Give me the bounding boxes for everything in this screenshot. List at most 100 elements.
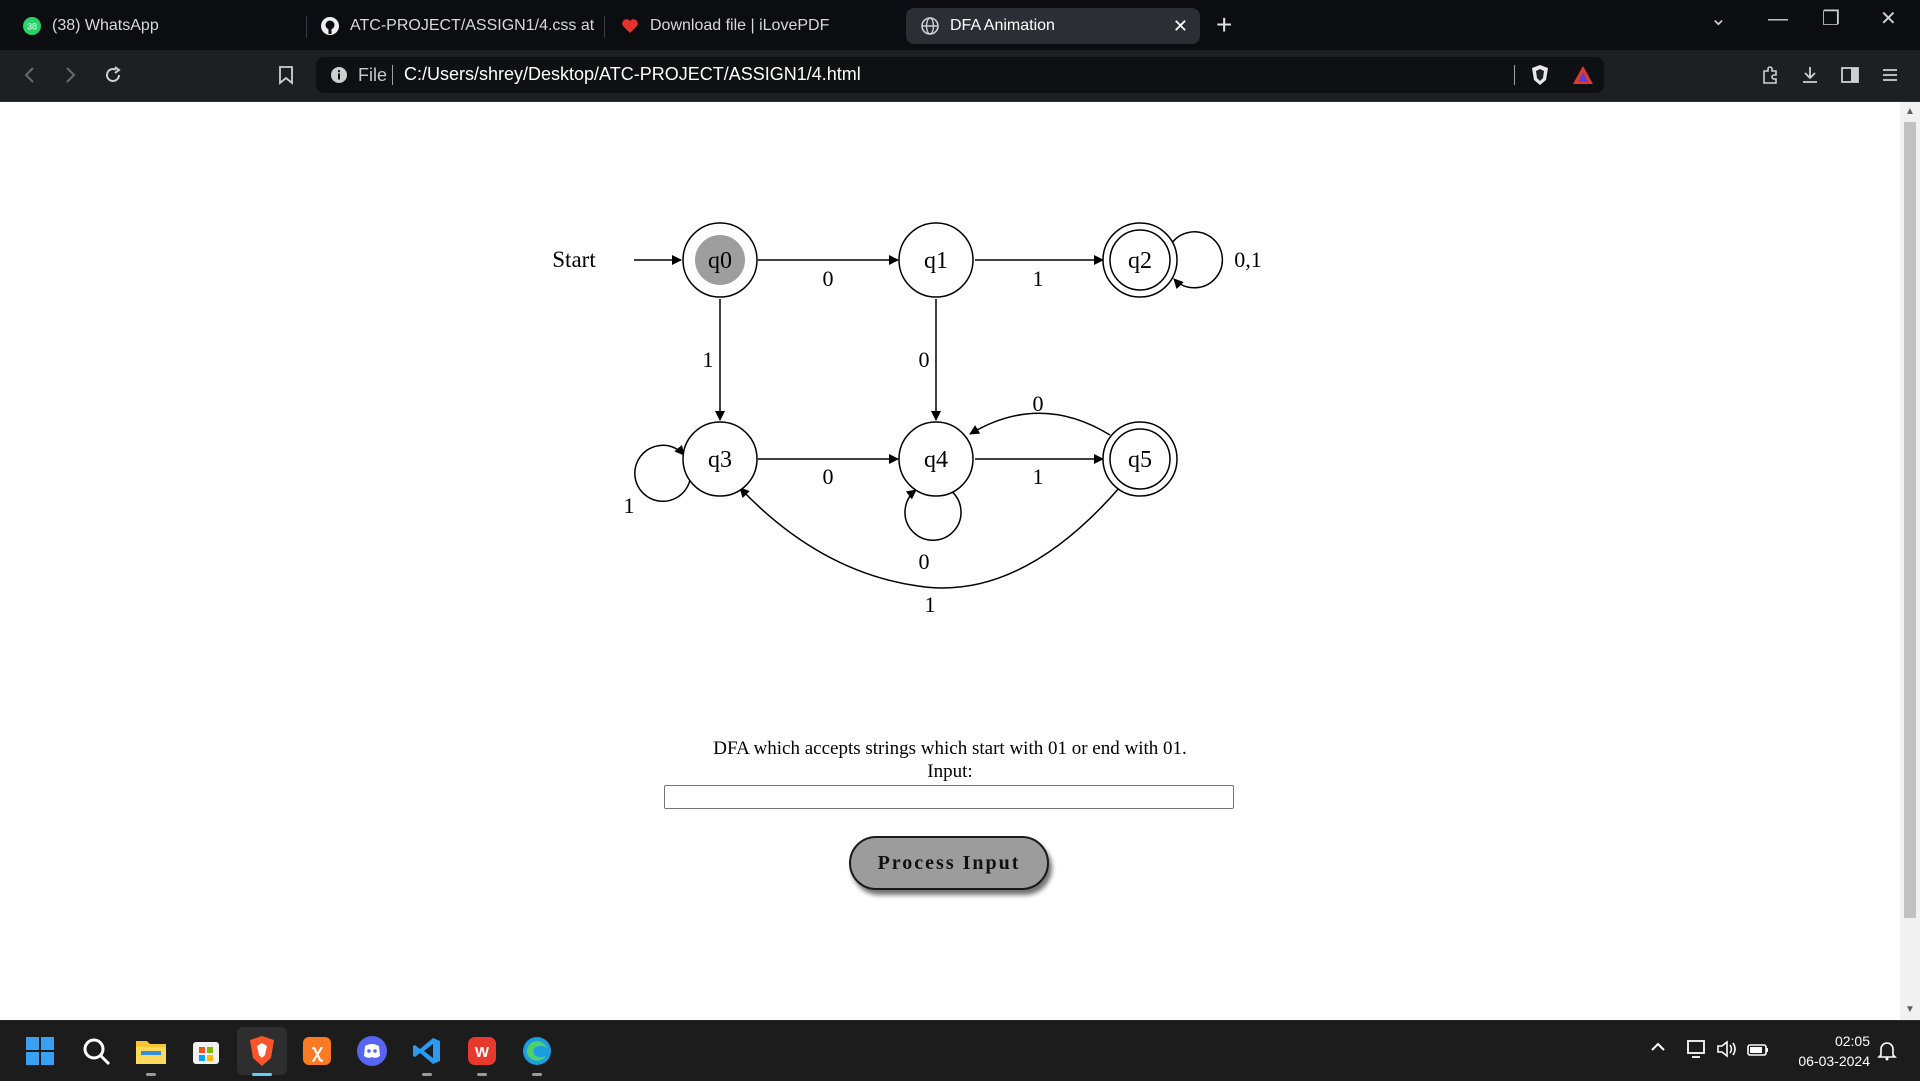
page-scrollbar[interactable]: ▲ ▼ [1900,102,1920,1020]
network-icon[interactable] [1686,1039,1708,1064]
state-label: q1 [924,248,948,274]
state-q3: q3 [682,421,758,497]
notifications-icon[interactable] [1876,1039,1898,1066]
restore-icon[interactable]: ❐ [1822,6,1840,32]
tab-title: Download file | iLovePDF [650,17,830,34]
tab-title: ATC-PROJECT/ASSIGN1/4.css at mair [350,17,596,34]
windows-taskbar: ꭓ W 02:05 06-03-2024 [0,1020,1920,1081]
info-icon[interactable] [330,66,348,89]
minimize-icon[interactable]: — [1768,6,1788,32]
address-bar[interactable]: File C:/Users/shrey/Desktop/ATC-PROJECT/… [316,57,1604,93]
downloads-icon[interactable] [1796,61,1824,89]
edge-q5-q3 [739,486,1121,589]
forward-arrow-icon[interactable] [56,61,84,89]
menu-icon[interactable] [1876,61,1904,89]
github-icon [320,16,340,36]
volume-icon[interactable] [1716,1039,1738,1064]
active-indicator [252,1073,272,1076]
reload-icon[interactable] [99,61,127,89]
brave-shields-icon[interactable] [1530,64,1550,91]
vscode-icon[interactable] [409,1033,445,1069]
start-label: Start [552,247,596,272]
scroll-down-icon[interactable]: ▼ [1905,1004,1915,1015]
back-arrow-icon[interactable] [16,61,44,89]
tab-github-css[interactable]: ATC-PROJECT/ASSIGN1/4.css at mair [306,8,596,44]
whatsapp-icon: 38 [22,16,42,36]
edge-label-q0-q1: 0 [823,266,834,291]
state-label: q4 [924,447,948,473]
xampp-icon[interactable]: ꭓ [299,1033,335,1069]
url-text[interactable]: C:/Users/shrey/Desktop/ATC-PROJECT/ASSIG… [404,64,861,85]
state-label: q3 [708,447,732,473]
edge-label-q5-q3: 1 [925,592,936,617]
url-divider [392,65,393,85]
clock-date: 06-03-2024 [1798,1053,1870,1069]
self-loop-q4 [904,489,962,541]
system-clock[interactable]: 02:05 06-03-2024 [1780,1031,1870,1071]
tab-whatsapp[interactable]: 38 (38) WhatsApp [8,8,298,44]
edge-label-q3-q4: 0 [823,464,834,489]
running-indicator [477,1073,487,1076]
scrollbar-thumb[interactable] [1904,122,1916,918]
tab-search-chevron-icon[interactable]: ⌄ [1710,6,1727,32]
svg-text:W: W [475,1044,490,1061]
state-label: q2 [1128,248,1152,274]
edge-label-q5-q4: 0 [1033,391,1044,416]
extensions-icon[interactable] [1756,61,1784,89]
edge-label-q2-q2: 0,1 [1234,247,1262,272]
close-window-icon[interactable]: ✕ [1880,6,1897,32]
url-scheme-label: File [358,65,388,85]
brave-rewards-icon[interactable] [1572,65,1594,90]
bookmark-icon[interactable] [272,61,300,89]
page-content: Start 0 1 0,1 1 0 1 0 1 0 0 1 q0 q1 q2 q… [0,102,1900,1020]
dfa-description: DFA which accepts strings which start wi… [713,738,1187,759]
discord-icon[interactable] [354,1033,390,1069]
brave-browser-icon[interactable] [244,1033,280,1069]
state-label: q0 [708,248,732,274]
edge-label-q4-q4: 0 [919,549,930,574]
process-input-button[interactable]: Process Input [849,836,1049,890]
file-explorer-icon[interactable] [133,1033,169,1069]
edge-label-q3-q3: 1 [624,493,635,518]
search-icon[interactable] [78,1033,114,1069]
windows-start-icon[interactable] [22,1033,58,1069]
scroll-up-icon[interactable]: ▲ [1905,106,1915,117]
url-divider [1514,65,1515,85]
clock-time: 02:05 [1834,1033,1870,1049]
svg-text:38: 38 [27,22,37,32]
show-hidden-icons-chevron-icon[interactable] [1650,1039,1666,1060]
close-tab-icon[interactable]: ✕ [1173,16,1188,37]
battery-icon[interactable] [1746,1039,1770,1064]
running-indicator [422,1073,432,1076]
tab-title: DFA Animation [950,17,1055,34]
globe-icon [920,16,940,36]
tab-title: (38) WhatsApp [52,17,159,34]
tab-dfa-animation[interactable]: DFA Animation ✕ [906,8,1200,44]
edge-label-q0-q3: 1 [703,347,714,372]
tab-ilovepdf[interactable]: Download file | iLovePDF [606,8,896,44]
browser-tab-bar: 38 (38) WhatsApp ATC-PROJECT/ASSIGN1/4.c… [0,0,1920,50]
state-q2: q2 [1102,222,1178,298]
self-loop-q3 [634,444,691,502]
wps-office-icon[interactable]: W [464,1033,500,1069]
state-q4: q4 [898,421,974,497]
edge-q5-q4 [969,412,1111,436]
running-indicator [146,1073,156,1076]
input-label: Input: [927,761,973,782]
browser-toolbar: File C:/Users/shrey/Desktop/ATC-PROJECT/… [0,50,1920,102]
microsoft-store-icon[interactable] [188,1033,224,1069]
input-string-field[interactable] [664,785,1234,809]
sidebar-toggle-icon[interactable] [1836,61,1864,89]
edge-label-q1-q2: 1 [1033,266,1044,291]
dfa-diagram: Start 0 1 0,1 1 0 1 0 1 0 0 1 q0 q1 q2 q… [552,222,1262,617]
edge-label-q1-q4: 0 [919,347,930,372]
state-q0: q0 [682,222,758,298]
edge-label-q4-q5: 1 [1033,464,1044,489]
new-tab-button[interactable]: + [1216,10,1232,40]
self-loop-q2 [1169,231,1224,289]
tab-separator [604,16,605,38]
edge-icon[interactable] [519,1033,555,1069]
state-q5: q5 [1102,421,1178,497]
state-q1: q1 [898,222,974,298]
state-label: q5 [1128,447,1152,473]
